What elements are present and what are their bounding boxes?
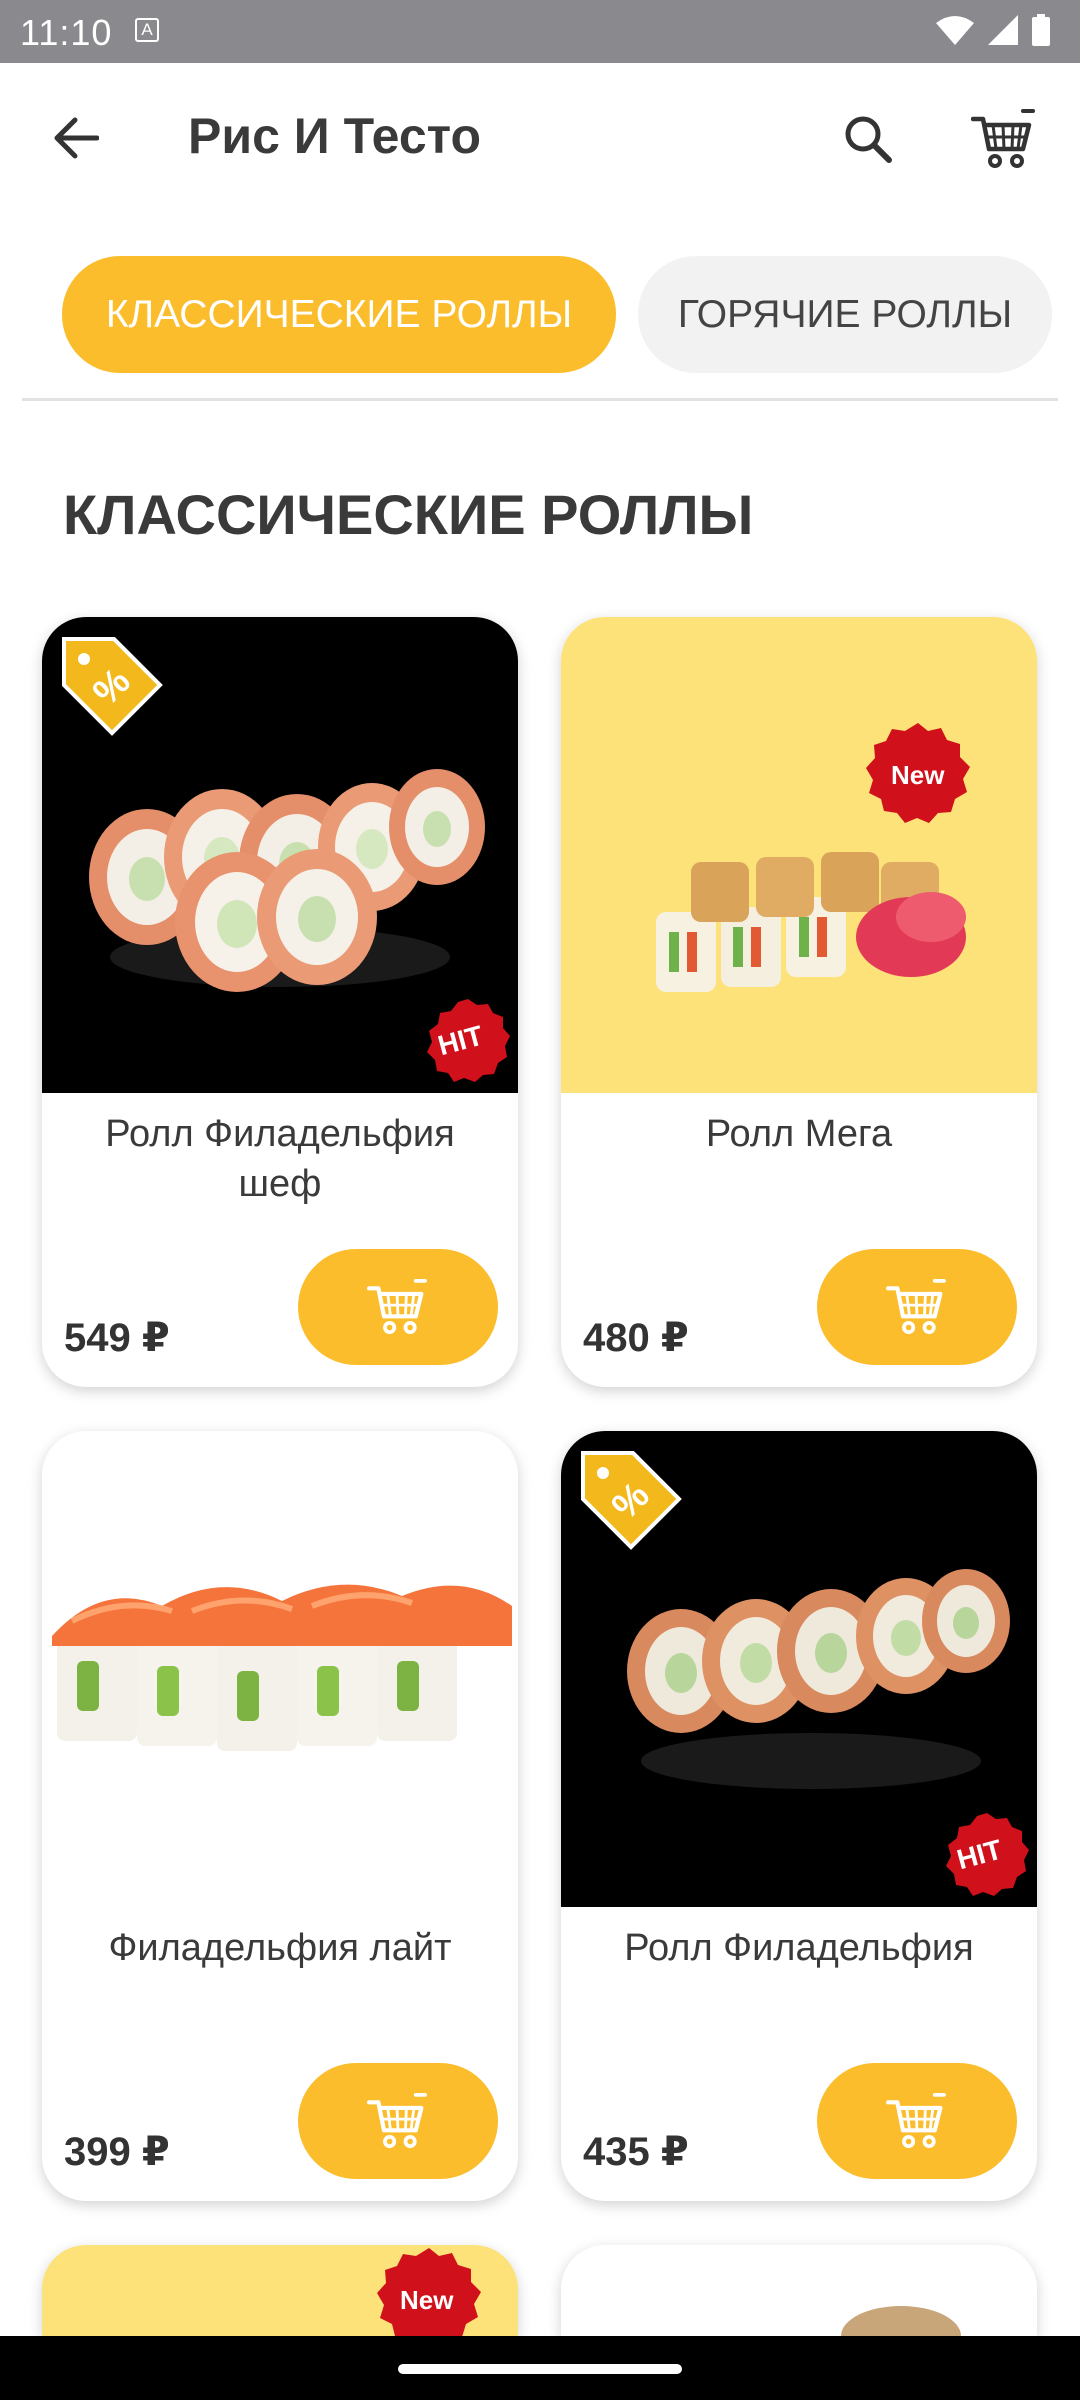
cart-icon <box>367 2093 427 2149</box>
status-icons <box>936 14 1050 46</box>
product-image: % HIT <box>561 1431 1037 1907</box>
app-bar: Рис И Тесто <box>0 63 1080 213</box>
product-image: % HIT <box>42 617 518 1093</box>
add-to-cart-button[interactable] <box>298 2063 498 2179</box>
status-time: 11:10 <box>20 12 113 53</box>
cart-button[interactable] <box>964 101 1044 177</box>
product-price: 435 ₽ <box>583 2130 689 2174</box>
status-bar: 11:10 A <box>0 0 1080 63</box>
search-icon <box>845 116 892 163</box>
tab-hot-rolls[interactable]: ГОРЯЧИЕ РОЛЛЫ <box>638 256 1052 373</box>
notification-icon: A <box>135 18 159 42</box>
product-image <box>561 2245 1037 2336</box>
product-name: Ролл Филадельфия шеф <box>105 1113 455 1205</box>
new-badge-label: New <box>400 2285 454 2315</box>
wifi-icon <box>936 16 974 45</box>
product-card[interactable]: % HIT Ролл Филадельфия шеф 549 ₽ <box>42 617 518 1387</box>
product-price: 549 ₽ <box>64 1316 170 1360</box>
tabs-divider <box>22 398 1058 401</box>
product-name: Ролл Мега <box>705 1113 893 1155</box>
section-title: КЛАССИЧЕСКИЕ РОЛЛЫ <box>63 483 754 546</box>
product-card[interactable]: New Ролл Мега 480 ₽ <box>561 617 1037 1387</box>
product-card[interactable] <box>561 2245 1037 2336</box>
arrow-back-icon <box>54 117 99 159</box>
page-title: Рис И Тесто <box>188 108 481 164</box>
new-badge-label: New <box>891 760 945 790</box>
product-price: 480 ₽ <box>583 1316 689 1360</box>
product-card[interactable]: New <box>42 2245 518 2336</box>
cart-icon <box>367 1279 427 1335</box>
add-to-cart-button[interactable] <box>817 1249 1017 1365</box>
tab-classic-rolls[interactable]: КЛАССИЧЕСКИЕ РОЛЛЫ <box>62 256 616 373</box>
product-name: Филадельфия лайт <box>108 1927 452 1969</box>
signal-icon <box>988 15 1018 45</box>
product-name: Ролл Филадельфия <box>624 1927 974 1969</box>
product-card[interactable]: Филадельфия лайт 399 ₽ <box>42 1431 518 2201</box>
product-image <box>42 1431 518 1907</box>
cart-icon <box>886 2093 946 2149</box>
navigation-bar <box>0 2336 1080 2400</box>
battery-icon <box>1032 14 1050 46</box>
cart-icon <box>971 109 1035 168</box>
product-image: New <box>561 617 1037 1093</box>
cart-icon <box>886 1279 946 1335</box>
add-to-cart-button[interactable] <box>817 2063 1017 2179</box>
product-card[interactable]: % HIT Ролл Филадельфия 435 ₽ <box>561 1431 1037 2201</box>
search-button[interactable] <box>832 103 904 175</box>
home-indicator[interactable] <box>398 2364 682 2374</box>
add-to-cart-button[interactable] <box>298 1249 498 1365</box>
back-button[interactable] <box>40 103 110 173</box>
product-price: 399 ₽ <box>64 2130 170 2174</box>
